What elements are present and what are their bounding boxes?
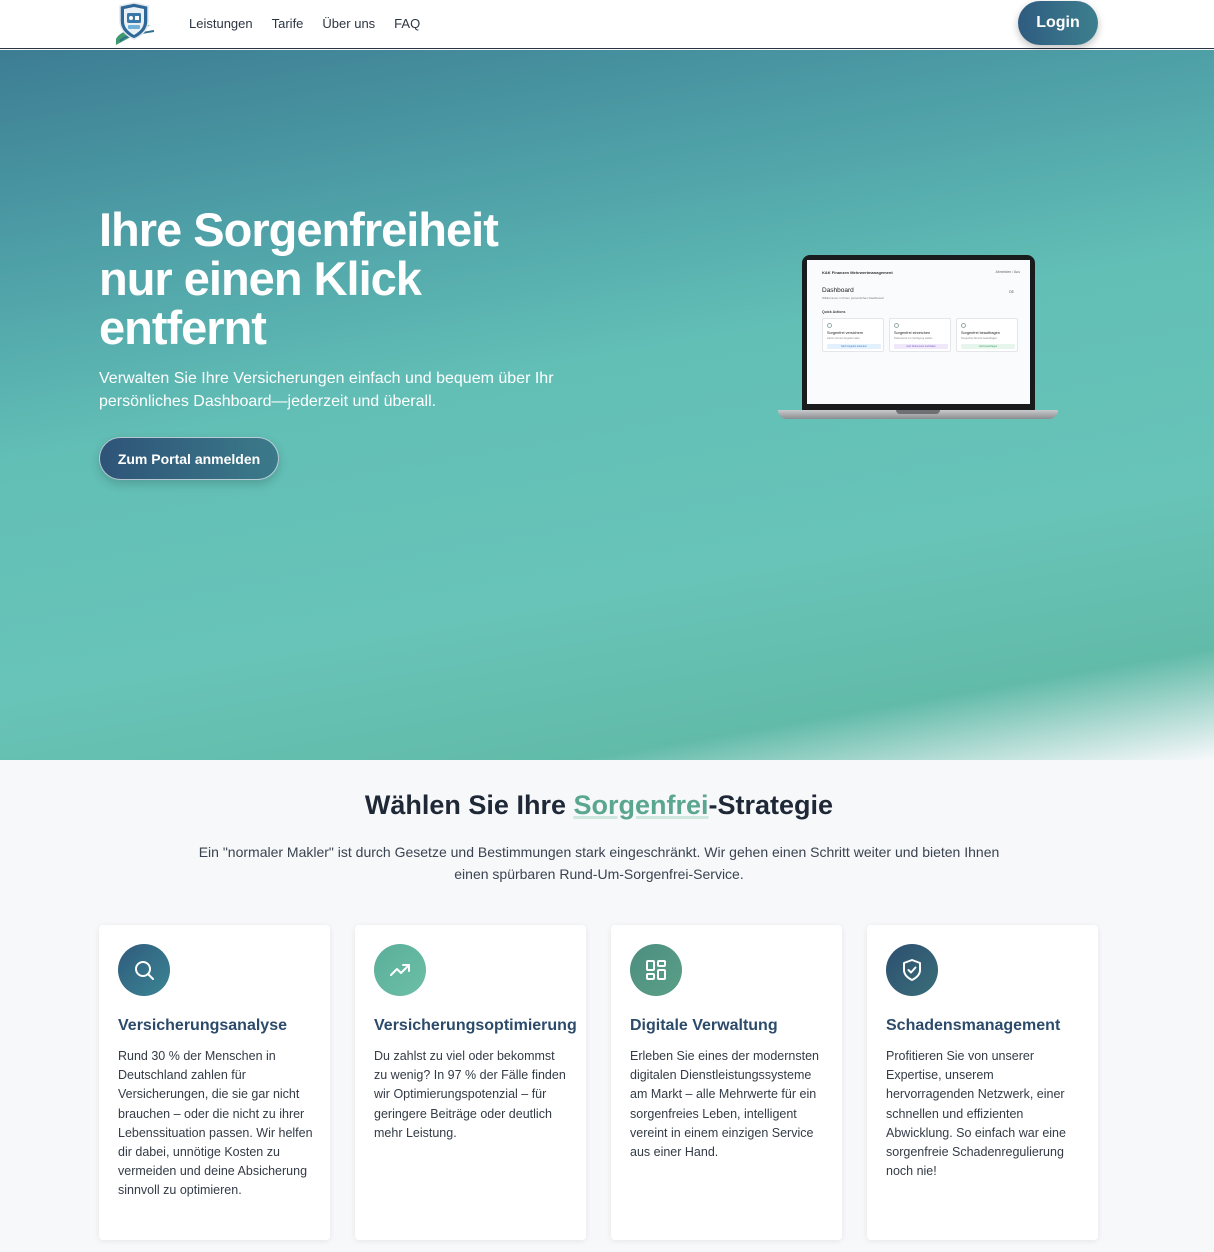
strategy-title-after: -Strategie [708, 790, 834, 820]
hero-title: Ihre Sorgenfreiheit nur einen Klick entf… [99, 203, 499, 354]
card-title: Digitale Verwaltung [630, 1017, 778, 1034]
screen-logout: Abmelden / Aus [995, 270, 1020, 274]
circle-icon [961, 323, 966, 328]
screen-card-title: Sorgenfrei beauftragen [961, 331, 1000, 335]
card-text: Du zahlst zu viel oder bekommst zu wenig… [374, 1049, 566, 1140]
hero-section: Ihre Sorgenfreiheit nur einen Klick entf… [0, 50, 1214, 760]
service-card-schadensmanagement: Schadensmanagement Profitieren Sie von u… [867, 925, 1098, 1240]
screen-description: Willkommen in Ihrem persönlichen Dashboa… [822, 296, 884, 300]
main-menu: Leistungen Tarife Über uns FAQ [189, 16, 420, 31]
screen-card: Sorgenfrei einreichen Dokumente zur Verf… [889, 318, 951, 352]
top-navigation: Leistungen Tarife Über uns FAQ Login [0, 0, 1214, 49]
card-text: Profitieren Sie von unserer Expertise, u… [886, 1049, 1066, 1179]
screen-card: Sorgenfrei beauftragen Sorgenfrei-Servic… [956, 318, 1018, 352]
circle-icon [827, 323, 832, 328]
service-card-digitale-verwaltung: Digitale Verwaltung Erleben Sie eines de… [611, 925, 842, 1240]
strategy-description: Ein "normaler Makler" ist durch Gesetze … [198, 844, 1000, 882]
hero-subtitle: Verwalten Sie Ihre Versicherungen einfac… [99, 370, 554, 410]
card-text: Erleben Sie eines der modernsten digital… [630, 1049, 820, 1160]
screen-card-button: Jetzt Dokumente hochladen [894, 344, 948, 349]
nav-link-leistungen[interactable]: Leistungen [189, 16, 253, 31]
screen-card-desc: Sorgenfrei-Service beauftragen [961, 337, 998, 340]
search-icon [118, 944, 170, 996]
laptop-lid: K&K Finanzen Mehrwertmanagement Abmelden… [802, 255, 1035, 411]
screen-language: DE [1009, 290, 1014, 294]
screen-card-desc: Dokumente zur Verfügung stellen [894, 337, 933, 340]
service-card-versicherungsanalyse: Versicherungsanalyse Rund 30 % der Mensc… [99, 925, 330, 1240]
portal-login-button[interactable]: Zum Portal anmelden [99, 437, 279, 480]
service-card-versicherungsoptimierung: Versicherungsoptimierung Du zahlst zu vi… [355, 925, 586, 1240]
screen-card-title: Sorgenfrei versichern [827, 331, 864, 335]
screen-card: Sorgenfrei versichern Hierzu ist kein An… [822, 318, 884, 352]
screen-card-desc: Hierzu ist kein Angebot aktiv [827, 337, 860, 340]
screen-card-button: Jetzt beauftragen [961, 344, 1015, 349]
login-button[interactable]: Login [1018, 1, 1098, 45]
strategy-title-before: Wählen Sie Ihre [364, 790, 574, 820]
dashboard-screenshot: K&K Finanzen Mehrwertmanagement Abmelden… [807, 260, 1030, 404]
screen-card-button: Nach Angebot anfordern [827, 344, 881, 349]
shield-check-icon [886, 944, 938, 996]
company-logo[interactable] [110, 1, 158, 47]
screen-card-title: Sorgenfrei einreichen [894, 331, 931, 335]
card-title: Schadensmanagement [886, 1017, 1061, 1034]
strategy-title: Wählen Sie Ihre Sorgenfrei-Strategie [0, 790, 1198, 821]
screen-title: Dashboard [822, 287, 854, 294]
card-title: Versicherungsoptimierung [374, 1017, 577, 1034]
dashboard-icon [630, 944, 682, 996]
nav-link-faq[interactable]: FAQ [394, 16, 420, 31]
screen-quick-actions: Quick Actions [822, 310, 846, 314]
nav-link-ueber-uns[interactable]: Über uns [322, 16, 375, 31]
circle-icon [894, 323, 899, 328]
card-title: Versicherungsanalyse [118, 1017, 287, 1034]
screen-brand: K&K Finanzen Mehrwertmanagement [822, 270, 893, 275]
trending-up-icon [374, 944, 426, 996]
laptop-mockup-image: K&K Finanzen Mehrwertmanagement Abmelden… [778, 255, 1058, 423]
nav-link-tarife[interactable]: Tarife [272, 16, 304, 31]
strategy-title-highlight: Sorgenfrei [573, 790, 709, 820]
laptop-notch [896, 410, 940, 414]
card-text: Rund 30 % der Menschen in Deutschland za… [118, 1049, 313, 1198]
